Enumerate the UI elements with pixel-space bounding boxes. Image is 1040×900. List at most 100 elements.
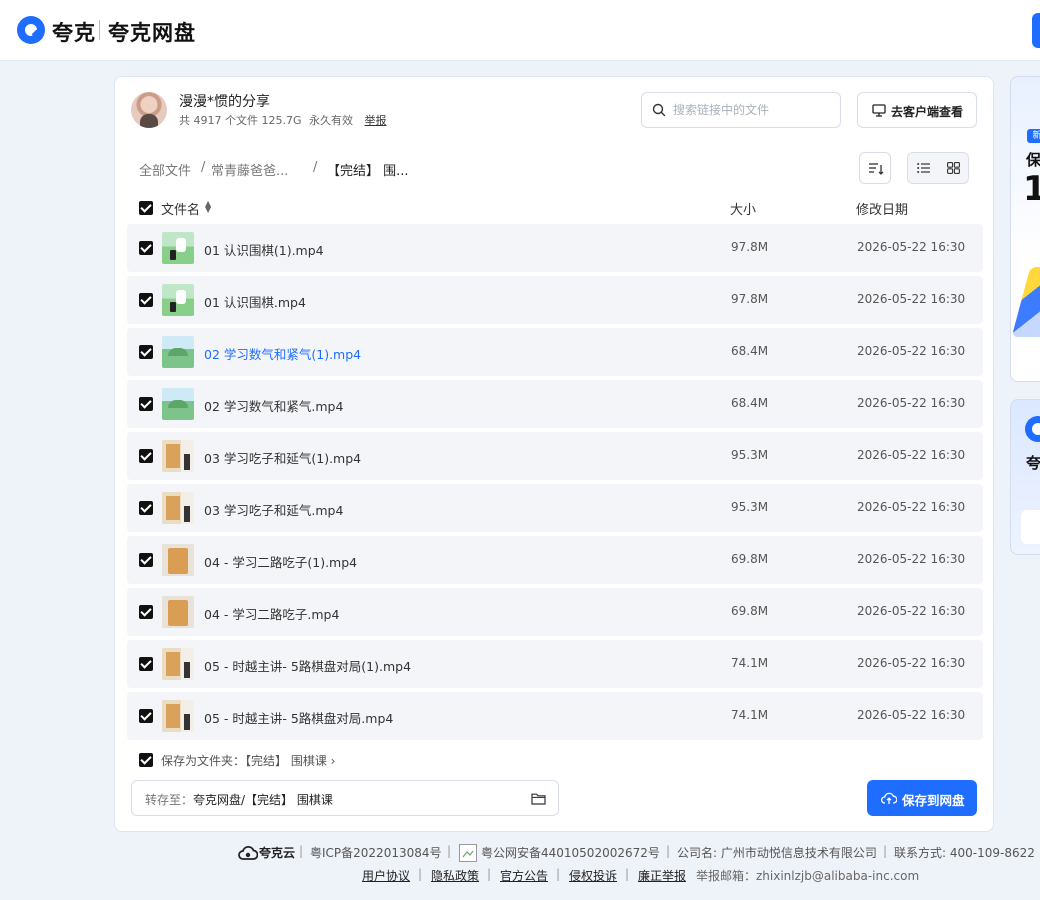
footer-link-user-agreement[interactable]: 用户协议 — [362, 867, 410, 884]
file-date: 2026-05-22 16:30 — [857, 240, 966, 254]
sort-button[interactable] — [859, 152, 891, 184]
footer-link-infringement[interactable]: 侵权投诉 — [569, 867, 617, 884]
file-size: 97.8M — [731, 240, 769, 254]
file-size: 95.3M — [731, 500, 769, 514]
file-date: 2026-05-22 16:30 — [857, 656, 966, 670]
top-right-button[interactable] — [1032, 13, 1040, 48]
file-row[interactable]: 05 - 时越主讲- 5路棋盘对局(1).mp4 74.1M 2026-05-22 … — [127, 640, 983, 688]
open-client-label: 去客户端查看 — [891, 105, 964, 119]
footer-link-announcements[interactable]: 官方公告 — [500, 867, 548, 884]
breadcrumb-all-files[interactable]: 全部文件 — [139, 160, 191, 179]
file-name[interactable]: 04 - 学习二路吃子(1).mp4 — [204, 552, 357, 571]
select-all-checkbox[interactable] — [139, 201, 153, 215]
file-name[interactable]: 01 认识围棋.mp4 — [204, 292, 306, 311]
breadcrumb-folder[interactable]: 常青藤爸爸... — [211, 160, 288, 179]
monitor-icon — [872, 104, 886, 117]
file-row[interactable]: 02 学习数气和紧气(1).mp4 68.4M 2026-05-22 16:30 — [127, 328, 983, 376]
file-row[interactable]: 04 - 学习二路吃子.mp4 69.8M 2026-05-22 16:30 — [127, 588, 983, 636]
breadcrumb-current: 【完结】 围... — [327, 164, 409, 179]
file-name[interactable]: 03 学习吃子和延气(1).mp4 — [204, 448, 361, 467]
sort-arrows-icon[interactable]: ▲ ▼ — [205, 200, 211, 214]
search-icon — [652, 103, 666, 117]
file-checkbox[interactable] — [139, 553, 153, 567]
top-bar: 夸克 夸克网盘 — [0, 0, 1040, 61]
video-thumbnail[interactable] — [162, 596, 194, 628]
video-thumbnail[interactable] — [162, 232, 194, 264]
video-thumbnail[interactable] — [162, 492, 194, 524]
file-name[interactable]: 05 - 时越主讲- 5路棋盘对局(1).mp4 — [204, 656, 411, 675]
search-input[interactable] — [673, 100, 833, 120]
footer-report-email: 举报邮箱：zhixinlzjb@alibaba-inc.com — [696, 869, 920, 883]
file-name[interactable]: 02 学习数气和紧气(1).mp4 — [204, 344, 361, 363]
video-thumbnail[interactable] — [162, 388, 194, 420]
file-list: 01 认识围棋(1).mp4 97.8M 2026-05-22 16:30 01 认识… — [127, 224, 983, 740]
promo-banner[interactable]: 新 保 1 — [1010, 76, 1040, 382]
video-thumbnail[interactable] — [162, 284, 194, 316]
footer-separator: | — [418, 867, 423, 881]
footer-link-privacy[interactable]: 隐私政策 — [431, 867, 479, 884]
file-checkbox[interactable] — [139, 709, 153, 723]
app-download-card[interactable]: 夸 — [1010, 399, 1040, 555]
report-link[interactable]: 举报 — [365, 114, 387, 127]
file-date: 2026-05-22 16:30 — [857, 708, 966, 722]
video-thumbnail[interactable] — [162, 336, 194, 368]
file-size: 97.8M — [731, 292, 769, 306]
validity: 永久有效 — [309, 114, 353, 127]
video-thumbnail[interactable] — [162, 440, 194, 472]
save-as-folder-label: 保存为文件夹：【完结】 围棋课 › — [161, 754, 336, 768]
save-as-folder-checkbox[interactable] — [139, 753, 153, 767]
file-row[interactable]: 01 认识围棋.mp4 97.8M 2026-05-22 16:30 — [127, 276, 983, 324]
file-checkbox[interactable] — [139, 345, 153, 359]
folder-icon[interactable] — [531, 792, 546, 805]
promo-number: 1 — [1023, 169, 1040, 209]
open-client-button[interactable]: 去客户端查看 — [857, 92, 977, 128]
file-name[interactable]: 05 - 时越主讲- 5路棋盘对局.mp4 — [204, 708, 393, 727]
file-row[interactable]: 04 - 学习二路吃子(1).mp4 69.8M 2026-05-22 16:30 — [127, 536, 983, 584]
file-checkbox[interactable] — [139, 501, 153, 515]
file-row[interactable]: 03 学习吃子和延气.mp4 95.3M 2026-05-22 16:30 — [127, 484, 983, 532]
footer-link-integrity-report[interactable]: 廉正举报 — [638, 867, 686, 884]
file-date: 2026-05-22 16:30 — [857, 396, 966, 410]
footer-separator: | — [447, 844, 452, 858]
quark-logo-icon[interactable] — [17, 16, 45, 44]
column-name[interactable]: 文件名 — [161, 199, 200, 218]
list-view-button[interactable] — [908, 153, 938, 183]
video-thumbnail[interactable] — [162, 700, 194, 732]
file-size: 69.8M — [731, 604, 769, 618]
file-name[interactable]: 04 - 学习二路吃子.mp4 — [204, 604, 339, 623]
file-checkbox[interactable] — [139, 449, 153, 463]
file-size: 74.1M — [731, 656, 769, 670]
file-checkbox[interactable] — [139, 657, 153, 671]
search-box[interactable] — [641, 92, 841, 128]
destination-field[interactable]: 转存至： 夸克网盘/【完结】 围棋课 — [131, 780, 559, 816]
file-row[interactable]: 05 - 时越主讲- 5路棋盘对局.mp4 74.1M 2026-05-22 16:… — [127, 692, 983, 740]
file-name[interactable]: 03 学习吃子和延气.mp4 — [204, 500, 343, 519]
grid-view-button[interactable] — [938, 153, 968, 183]
file-row[interactable]: 02 学习数气和紧气.mp4 68.4M 2026-05-22 16:30 — [127, 380, 983, 428]
file-checkbox[interactable] — [139, 397, 153, 411]
footer-icp[interactable]: 粤ICP备2022013084号 — [310, 844, 442, 861]
promo-title: 保 — [1026, 151, 1040, 169]
promo-tag: 新 — [1027, 129, 1040, 143]
file-date: 2026-05-22 16:30 — [857, 500, 966, 514]
file-checkbox[interactable] — [139, 293, 153, 307]
brand-name[interactable]: 夸克 — [52, 17, 96, 47]
footer-logo: 夸克云 — [259, 846, 296, 860]
share-panel: 漫漫*惯的分享 共 4917 个文件 125.7G 永久有效 举报 去客户端查看… — [114, 76, 994, 832]
file-checkbox[interactable] — [139, 605, 153, 619]
video-thumbnail[interactable] — [162, 648, 194, 680]
footer-info: 夸克云 | 粤ICP备2022013084号 | 粤公网安备4401050200… — [0, 842, 1040, 862]
save-to-drive-button[interactable]: 保存到网盘 — [867, 780, 977, 816]
file-name[interactable]: 01 认识围棋(1).mp4 — [204, 240, 324, 259]
sort-icon — [869, 163, 884, 175]
breadcrumb-separator: / — [313, 160, 318, 175]
file-name[interactable]: 02 学习数气和紧气.mp4 — [204, 396, 343, 415]
footer-links: 用户协议 | 隐私政策 | 官方公告 | 侵权投诉 | 廉正举报 举报邮箱：zh… — [0, 866, 1040, 886]
video-thumbnail[interactable] — [162, 544, 194, 576]
file-row[interactable]: 03 学习吃子和延气(1).mp4 95.3M 2026-05-22 16:30 — [127, 432, 983, 480]
file-row[interactable]: 01 认识围棋(1).mp4 97.8M 2026-05-22 16:30 — [127, 224, 983, 272]
footer-police[interactable]: 粤公网安备44010502002672号 — [481, 844, 660, 861]
app-card-button[interactable] — [1021, 510, 1040, 544]
file-checkbox[interactable] — [139, 241, 153, 255]
product-name[interactable]: 夸克网盘 — [108, 17, 196, 47]
